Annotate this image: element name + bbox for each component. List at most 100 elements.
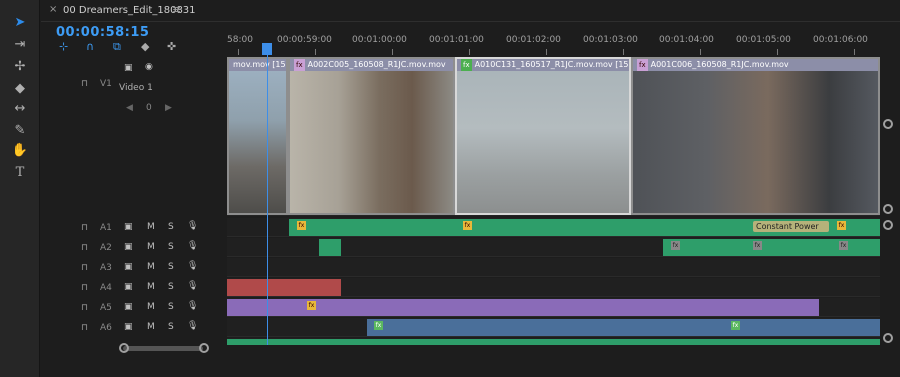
solo-button[interactable]: S <box>168 242 174 252</box>
mute-button[interactable]: M <box>147 242 155 252</box>
selection-tool-icon[interactable]: ➤ <box>8 12 32 32</box>
horizontal-zoom-scrollbar[interactable] <box>53 343 223 355</box>
scroll-handle[interactable] <box>883 119 893 129</box>
microphone-icon[interactable]: 🎙 <box>187 281 198 291</box>
playhead-handle[interactable] <box>262 43 272 55</box>
sync-lock-icon[interactable]: ▣ <box>124 322 133 332</box>
audio-track-a3[interactable] <box>227 258 880 277</box>
audio-track-a7[interactable] <box>227 338 880 345</box>
audio-clip[interactable] <box>319 239 341 256</box>
video-clip[interactable]: fx A002C005_160508_R1JC.mov.mov <box>288 57 455 215</box>
vertical-zoom-scrollbar[interactable] <box>880 57 900 347</box>
audio-clip[interactable] <box>227 279 341 296</box>
toggle-sync-lock-icon[interactable]: ▣ <box>124 63 133 73</box>
ruler-label: 00:01:03:00 <box>583 35 638 45</box>
clip-name: mov.mov [150%] <box>233 60 286 69</box>
scroll-handle[interactable] <box>883 220 893 230</box>
lock-icon[interactable]: ⊓ <box>81 303 88 313</box>
magnet-icon[interactable]: ∩ <box>86 40 94 53</box>
ruler-label: 00:01:04:00 <box>659 35 714 45</box>
audio-clip[interactable] <box>367 319 880 336</box>
next-keyframe-icon[interactable]: ▶ <box>165 103 172 113</box>
ripple-edit-tool-icon[interactable]: ✢ <box>8 56 32 76</box>
scroll-track[interactable] <box>123 346 203 351</box>
solo-button[interactable]: S <box>168 282 174 292</box>
timeline-panel: × 00 Dreamers_Edit_180831 ≡ 00:00:58:15 … <box>41 0 900 377</box>
scroll-handle[interactable] <box>883 333 893 343</box>
track-header-a4: ⊓ A4 ▣ M S 🎙 <box>41 278 227 297</box>
hand-tool-icon[interactable]: ✋ <box>8 140 32 160</box>
microphone-icon[interactable]: 🎙 <box>187 241 198 251</box>
mute-button[interactable]: M <box>147 322 155 332</box>
slip-tool-icon[interactable]: ↔ <box>8 98 32 118</box>
video-clip-selected[interactable]: fx A010C131_160517_R1JC.mov.mov [150%] <box>455 57 631 215</box>
pen-tool-icon[interactable]: ✎ <box>8 120 32 140</box>
lock-icon[interactable]: ⊓ <box>81 263 88 273</box>
audio-track-a4[interactable] <box>227 278 880 297</box>
solo-button[interactable]: S <box>168 302 174 312</box>
eye-icon[interactable]: ◉ <box>145 62 153 72</box>
ruler-tick <box>623 49 624 55</box>
snap-icon[interactable]: ⊹ <box>59 40 68 53</box>
prev-keyframe-icon[interactable]: ◀ <box>126 103 133 113</box>
clip-name-bar: fx A010C131_160517_R1JC.mov.mov [150%] <box>457 59 629 71</box>
lock-icon[interactable]: ⊓ <box>81 79 88 89</box>
sequence-tab[interactable]: × 00 Dreamers_Edit_180831 ≡ <box>41 0 900 22</box>
audio-track-a1[interactable]: fx fx fx Constant Power <box>227 218 880 237</box>
lock-icon[interactable]: ⊓ <box>81 243 88 253</box>
fx-badge-icon: fx <box>307 301 316 310</box>
time-ruler[interactable]: 58:00 00:00:59:00 00:01:00:00 00:01:01:0… <box>227 30 880 56</box>
marker-icon[interactable]: ◆ <box>141 40 149 53</box>
lock-icon[interactable]: ⊓ <box>81 283 88 293</box>
audio-clip[interactable] <box>227 339 880 345</box>
solo-button[interactable]: S <box>168 262 174 272</box>
microphone-icon[interactable]: 🎙 <box>187 301 198 311</box>
track-label[interactable]: Video 1 <box>119 83 153 93</box>
sync-lock-icon[interactable]: ▣ <box>124 302 133 312</box>
microphone-icon[interactable]: 🎙 <box>187 221 198 231</box>
tools-panel: ➤ ⇥ ✢ ◆ ↔ ✎ ✋ T <box>0 0 40 377</box>
track-select-tool-icon[interactable]: ⇥ <box>8 34 32 54</box>
ruler-label: 00:01:02:00 <box>506 35 561 45</box>
mute-button[interactable]: M <box>147 262 155 272</box>
audio-transition[interactable]: Constant Power <box>753 221 829 232</box>
ruler-label: 58:00 <box>227 35 253 45</box>
sync-lock-icon[interactable]: ▣ <box>124 262 133 272</box>
audio-track-a2[interactable]: fx fx fx <box>227 238 880 257</box>
audio-track-a5[interactable]: fx <box>227 298 880 317</box>
track-name: A4 <box>100 283 112 293</box>
video-clip[interactable]: fx A001C006_160508_R1JC.mov.mov <box>631 57 880 215</box>
razor-tool-icon[interactable]: ◆ <box>8 78 32 98</box>
mute-button[interactable]: M <box>147 282 155 292</box>
track-name: A2 <box>100 243 112 253</box>
video-track-v1[interactable]: mov.mov [150%] fxA002C005_160508_R1JC.mo… <box>227 57 880 216</box>
track-header-a2: ⊓ A2 ▣ M S 🎙 <box>41 238 227 257</box>
ruler-tick <box>777 49 778 55</box>
solo-button[interactable]: S <box>168 322 174 332</box>
scroll-handle[interactable] <box>883 204 893 214</box>
track-name: V1 <box>100 79 112 89</box>
scroll-handle[interactable] <box>119 343 129 353</box>
audio-track-a6[interactable]: fx fx <box>227 318 880 337</box>
scroll-handle[interactable] <box>199 343 209 353</box>
wrench-icon[interactable]: ✜ <box>167 40 176 53</box>
sync-lock-icon[interactable]: ▣ <box>124 222 133 232</box>
type-tool-icon[interactable]: T <box>8 162 32 182</box>
playhead-timecode[interactable]: 00:00:58:15 <box>56 25 149 40</box>
track-header-a6: ⊓ A6 ▣ M S 🎙 <box>41 318 227 337</box>
lock-icon[interactable]: ⊓ <box>81 323 88 333</box>
playhead-line[interactable] <box>267 55 268 345</box>
sync-lock-icon[interactable]: ▣ <box>124 282 133 292</box>
linked-selection-icon[interactable]: ⧉ <box>113 40 121 54</box>
solo-button[interactable]: S <box>168 222 174 232</box>
mute-button[interactable]: M <box>147 302 155 312</box>
video-clip[interactable]: mov.mov [150%] <box>227 57 288 215</box>
microphone-icon[interactable]: 🎙 <box>187 261 198 271</box>
microphone-icon[interactable]: 🎙 <box>187 321 198 331</box>
mute-button[interactable]: M <box>147 222 155 232</box>
lock-icon[interactable]: ⊓ <box>81 223 88 233</box>
sync-lock-icon[interactable]: ▣ <box>124 242 133 252</box>
close-icon[interactable]: × <box>49 4 57 15</box>
clip-name: A010C131_160517_R1JC.mov.mov [150%] <box>474 60 629 69</box>
panel-menu-icon[interactable]: ≡ <box>172 3 181 16</box>
